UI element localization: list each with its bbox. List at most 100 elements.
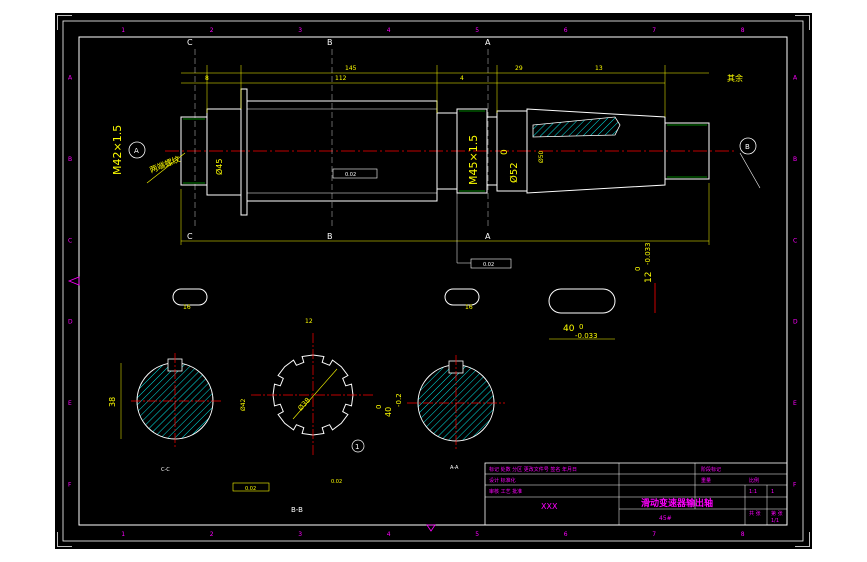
company-name: XXX: [541, 502, 558, 511]
grid-col-bottom-4: 4: [387, 531, 391, 538]
dia-taper-label: Ø50: [538, 150, 545, 163]
grid-col-bottom-3: 3: [298, 531, 302, 538]
grid-col-top-5: 5: [475, 27, 479, 34]
svg-text:1: 1: [771, 489, 774, 495]
svg-text:标记 处数 分区 更改文件号 签名 年月日: 标记 处数 分区 更改文件号 签名 年月日: [489, 466, 577, 473]
keyway-hatch: [532, 116, 621, 138]
svg-text:12: 12: [305, 318, 313, 325]
dim-145: 145: [345, 65, 357, 72]
grid-row-right-A: A: [793, 75, 798, 82]
grid-column-labels-bottom: 1 2 3 4 5 6 7 8: [121, 531, 745, 538]
thread-left-label: M42×1.5: [111, 125, 124, 175]
dia-seal-tol: 0: [500, 149, 510, 155]
dia-left-journal: Ø45: [214, 159, 224, 175]
grid-col-top-1: 1: [121, 27, 125, 34]
title-block: 标记 处数 分区 更改文件号 签名 年月日 设计 标准化 审核 工艺 批准 阶段…: [484, 462, 788, 526]
view-aa-label: A-A: [450, 465, 459, 471]
grid-row-left-A: A: [68, 75, 73, 82]
dim-29: 29: [515, 65, 523, 72]
svg-text:0: 0: [579, 323, 583, 331]
thread-note: 两端螺纹: [148, 154, 181, 175]
section-aa-dia: 40: [384, 407, 393, 417]
dia-seal-label: Ø52: [508, 162, 520, 183]
svg-text:0.02: 0.02: [345, 172, 356, 178]
view-bb-label: B-B: [291, 506, 303, 514]
drawing-canvas: 12345678 12345678 ABCDEF ABCDEF 145 112 …: [62, 20, 804, 542]
grid-row-left-D: D: [68, 319, 73, 326]
key-detail: 12 0 -0.033 40 0 -0.033: [548, 242, 656, 340]
grid-col-bottom-6: 6: [564, 531, 568, 538]
grid-col-top-7: 7: [652, 27, 656, 34]
section-cc-dia: 38: [108, 397, 117, 407]
svg-text:设计 标准化: 设计 标准化: [489, 477, 516, 484]
grid-row-labels-right: A B C D E F: [793, 75, 798, 489]
grid-col-bottom-5: 5: [475, 531, 479, 538]
svg-text:比例: 比例: [749, 477, 759, 484]
svg-text:0.02: 0.02: [331, 479, 342, 485]
section-bb: Ø38 Ø42 1 0.02 0.02 B-B 12: [232, 318, 375, 514]
svg-text:16: 16: [465, 304, 473, 311]
grid-row-left-B: B: [68, 156, 72, 163]
section-cc: 38 16 C-C: [108, 288, 221, 473]
grid-col-top-4: 4: [387, 27, 391, 34]
svg-text:-0.2: -0.2: [395, 393, 403, 407]
svg-text:1/1: 1/1: [771, 518, 779, 524]
grid-col-bottom-1: 1: [121, 531, 125, 538]
grid-row-right-E: E: [793, 400, 797, 407]
svg-text:审核 工艺 批准: 审核 工艺 批准: [489, 488, 522, 495]
svg-text:0: 0: [634, 267, 642, 271]
section-mark-a-bottom: A: [485, 232, 491, 241]
grid-row-right-D: D: [793, 319, 798, 326]
key-width: 12: [644, 272, 654, 283]
svg-text:1:1: 1:1: [749, 489, 757, 495]
center-mark-left: [67, 276, 80, 286]
grid-col-top-3: 3: [298, 27, 302, 34]
section-aa: 40 0 -0.2 16 A-A: [375, 288, 505, 471]
grid-row-left-E: E: [68, 400, 72, 407]
svg-text:第 张: 第 张: [771, 510, 783, 517]
balloon-label: 1: [355, 443, 359, 451]
section-mark-c-bottom: C: [187, 232, 193, 241]
svg-text:16: 16: [183, 304, 191, 311]
grid-row-right-B: B: [793, 156, 797, 163]
collar: [240, 88, 248, 216]
grid-col-bottom-2: 2: [210, 531, 214, 538]
key-length: 40: [563, 324, 575, 334]
svg-text:重量: 重量: [701, 477, 711, 484]
svg-text:0.02: 0.02: [483, 262, 494, 268]
section-mark-c-top: C: [187, 38, 193, 47]
svg-text:-0.033: -0.033: [644, 242, 652, 265]
bb-dia: Ø38: [297, 396, 313, 412]
grid-column-labels-top: 1 2 3 4 5 6 7 8: [121, 27, 745, 34]
cad-viewport[interactable]: 12345678 12345678 ABCDEF ABCDEF 145 112 …: [55, 13, 812, 549]
center-mark-bottom: [426, 524, 436, 532]
key-outline: [548, 288, 616, 314]
dim-112: 112: [335, 75, 347, 82]
grid-row-left-C: C: [68, 237, 72, 244]
viewport-corner-bl: [57, 532, 72, 547]
grid-col-top-6: 6: [564, 27, 568, 34]
thread-mid-label: M45×1.5: [467, 135, 480, 185]
section-mark-b-bottom: B: [327, 232, 333, 241]
section-mark-a-top: A: [485, 38, 491, 47]
viewport-corner-br: [795, 532, 810, 547]
left-journal: [206, 108, 242, 196]
dim-13: 13: [595, 65, 603, 72]
grid-row-right-C: C: [793, 237, 797, 244]
grid-row-left-F: F: [68, 481, 72, 488]
viewport-corner-tr: [795, 15, 810, 30]
other-roughness-note: 其余: [727, 73, 743, 83]
dim-8: 8: [205, 75, 209, 82]
detail-a-label: A: [134, 147, 139, 155]
viewport-corner-tl: [57, 15, 72, 30]
grid-col-bottom-8: 8: [741, 531, 745, 538]
part-name: 滑动变速器输出轴: [641, 497, 713, 509]
bb-spline: Ø42: [240, 398, 247, 411]
detail-b-label: B: [745, 143, 750, 151]
dim-4: 4: [460, 75, 464, 82]
grid-row-right-F: F: [793, 481, 797, 488]
svg-text:0: 0: [375, 405, 383, 409]
grid-col-top-8: 8: [741, 27, 745, 34]
grid-col-top-2: 2: [210, 27, 214, 34]
grid-col-bottom-7: 7: [652, 531, 656, 538]
